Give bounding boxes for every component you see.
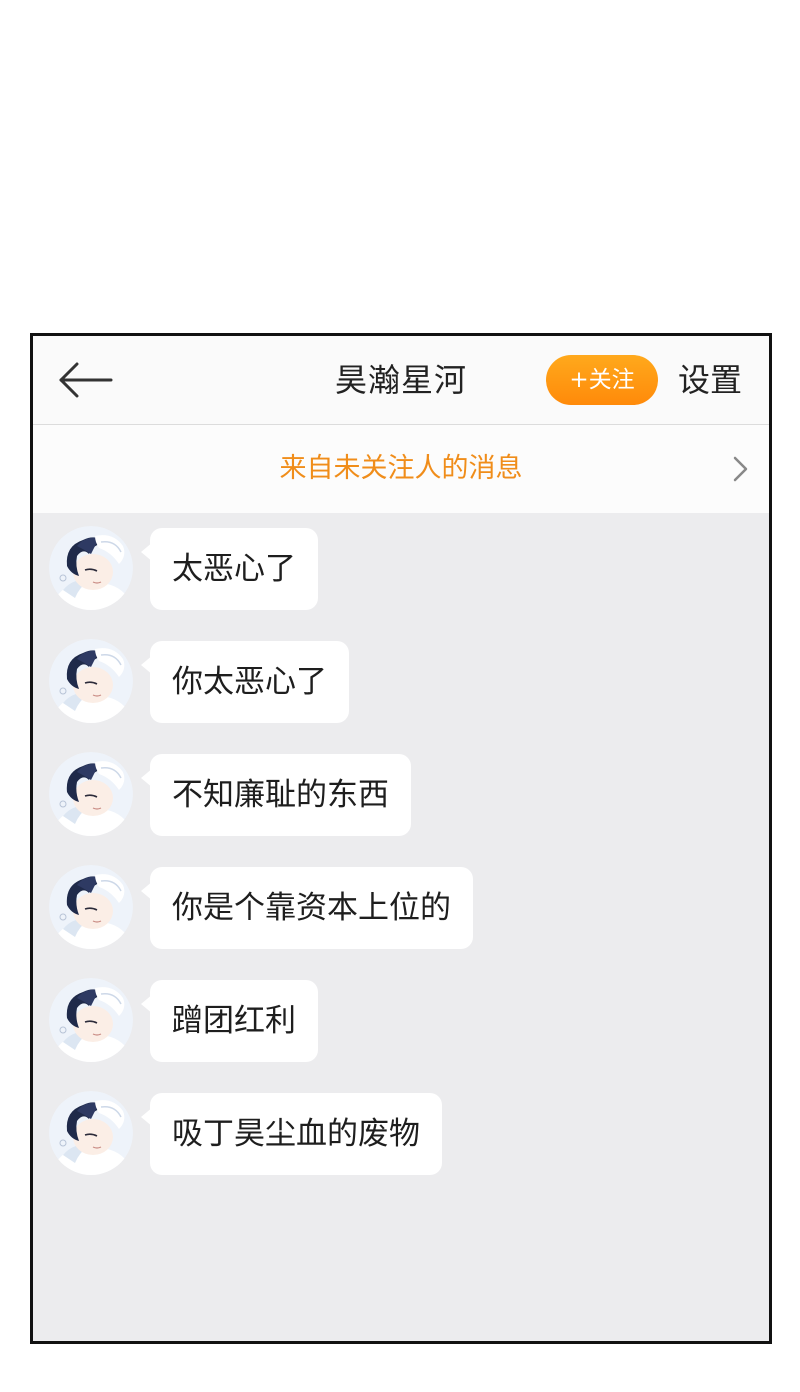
notice-text: 来自未关注人的消息 (279, 453, 523, 484)
avatar[interactable] (49, 752, 133, 836)
avatar-illustration (49, 639, 133, 723)
avatar-illustration (49, 1091, 133, 1175)
avatar[interactable] (49, 526, 133, 610)
avatar-illustration (49, 865, 133, 949)
avatar-illustration (49, 752, 133, 836)
chat-window: 昊瀚星河 +关注 设置 来自未关注人的消息 太恶心了 你太恶心了 不知廉耻的东西… (30, 333, 772, 1344)
avatar-illustration (49, 526, 133, 610)
follow-button[interactable]: +关注 (546, 355, 658, 405)
message-item: 你是个靠资本上位的 (33, 853, 769, 949)
avatar-illustration (49, 978, 133, 1062)
message-bubble[interactable]: 吸丁昊尘血的废物 (150, 1093, 442, 1175)
avatar[interactable] (49, 978, 133, 1062)
message-bubble[interactable]: 不知廉耻的东西 (150, 754, 411, 836)
chevron-right-icon (733, 456, 748, 482)
settings-button[interactable]: 设置 (678, 336, 742, 424)
message-bubble[interactable]: 蹭团红利 (150, 980, 318, 1062)
unfollowed-messages-banner[interactable]: 来自未关注人的消息 (33, 425, 769, 513)
message-bubble[interactable]: 太恶心了 (150, 528, 318, 610)
message-bubble[interactable]: 你太恶心了 (150, 641, 349, 723)
message-item: 你太恶心了 (33, 627, 769, 723)
message-item: 不知廉耻的东西 (33, 740, 769, 836)
message-bubble[interactable]: 你是个靠资本上位的 (150, 867, 473, 949)
chat-header: 昊瀚星河 +关注 设置 (33, 336, 769, 425)
chat-title: 昊瀚星河 (334, 361, 467, 399)
message-item: 太恶心了 (33, 514, 769, 610)
message-item: 蹭团红利 (33, 966, 769, 1062)
message-list: 太恶心了 你太恶心了 不知廉耻的东西 你是个靠资本上位的 蹭团红利 吸丁昊尘血的… (33, 514, 769, 1340)
avatar[interactable] (49, 1091, 133, 1175)
avatar[interactable] (49, 639, 133, 723)
message-item: 吸丁昊尘血的废物 (33, 1079, 769, 1175)
avatar[interactable] (49, 865, 133, 949)
